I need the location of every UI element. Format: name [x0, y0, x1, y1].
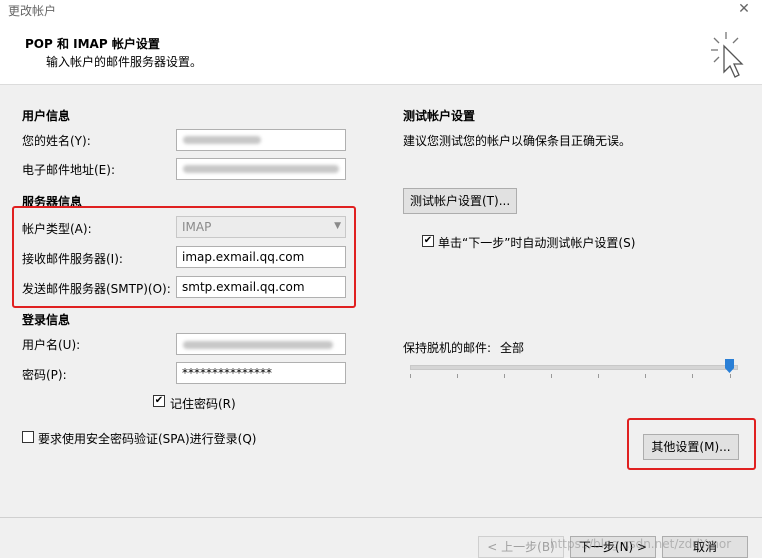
- page-title: POP 和 IMAP 帐户设置: [25, 37, 160, 51]
- chevron-down-icon: ▼: [334, 221, 341, 231]
- username-label: 用户名(U):: [22, 338, 81, 352]
- offline-mail-value: 全部: [500, 341, 525, 355]
- incoming-server-label: 接收邮件服务器(I):: [22, 252, 123, 266]
- close-icon[interactable]: ✕: [736, 0, 752, 18]
- password-label: 密码(P):: [22, 368, 67, 382]
- remember-password-checkbox[interactable]: ✔: [153, 395, 165, 407]
- wizard-cursor-icon: [711, 32, 744, 78]
- username-field[interactable]: [176, 333, 346, 355]
- name-label: 您的姓名(Y):: [22, 134, 91, 148]
- remember-password-label: 记住密码(R): [170, 397, 236, 411]
- incoming-server-field[interactable]: imap.exmail.qq.com: [176, 246, 346, 268]
- test-settings-description: 建议您测试您的帐户以确保条目正确无误。: [403, 134, 632, 148]
- spa-label: 要求使用安全密码验证(SPA)进行登录(Q): [38, 432, 257, 446]
- account-type-value: IMAP: [182, 220, 212, 234]
- email-field[interactable]: [176, 158, 346, 180]
- account-type-select: IMAP ▼: [176, 216, 346, 238]
- user-info-heading: 用户信息: [22, 109, 71, 123]
- email-label: 电子邮件地址(E):: [22, 163, 115, 177]
- watermark-text: https://blog.csdn.net/zddYmor: [550, 537, 732, 551]
- login-info-heading: 登录信息: [22, 313, 71, 327]
- outgoing-server-label: 发送邮件服务器(SMTP)(O):: [22, 282, 171, 296]
- footer-divider: [0, 517, 762, 518]
- title-bar: 更改帐户 ✕: [0, 0, 762, 21]
- name-field[interactable]: [176, 129, 346, 151]
- header-banner: POP 和 IMAP 帐户设置 输入帐户的邮件服务器设置。: [0, 20, 762, 85]
- password-field[interactable]: ***************: [176, 362, 346, 384]
- test-settings-heading: 测试帐户设置: [403, 109, 476, 123]
- page-subtitle: 输入帐户的邮件服务器设置。: [46, 55, 203, 69]
- account-type-label: 帐户类型(A):: [22, 222, 92, 236]
- more-settings-button[interactable]: 其他设置(M)...: [643, 434, 739, 460]
- window-title: 更改帐户: [8, 4, 57, 18]
- spa-checkbox[interactable]: [22, 431, 34, 443]
- offline-mail-label: 保持脱机的邮件:: [403, 341, 492, 355]
- auto-test-checkbox[interactable]: ✔: [422, 235, 434, 247]
- outgoing-server-field[interactable]: smtp.exmail.qq.com: [176, 276, 346, 298]
- auto-test-label: 单击“下一步”时自动测试帐户设置(S): [438, 236, 636, 250]
- offline-slider-track[interactable]: [410, 365, 738, 370]
- test-account-button[interactable]: 测试帐户设置(T)...: [403, 188, 517, 214]
- offline-slider-thumb[interactable]: [725, 359, 734, 373]
- offline-slider-ticks: [410, 374, 736, 379]
